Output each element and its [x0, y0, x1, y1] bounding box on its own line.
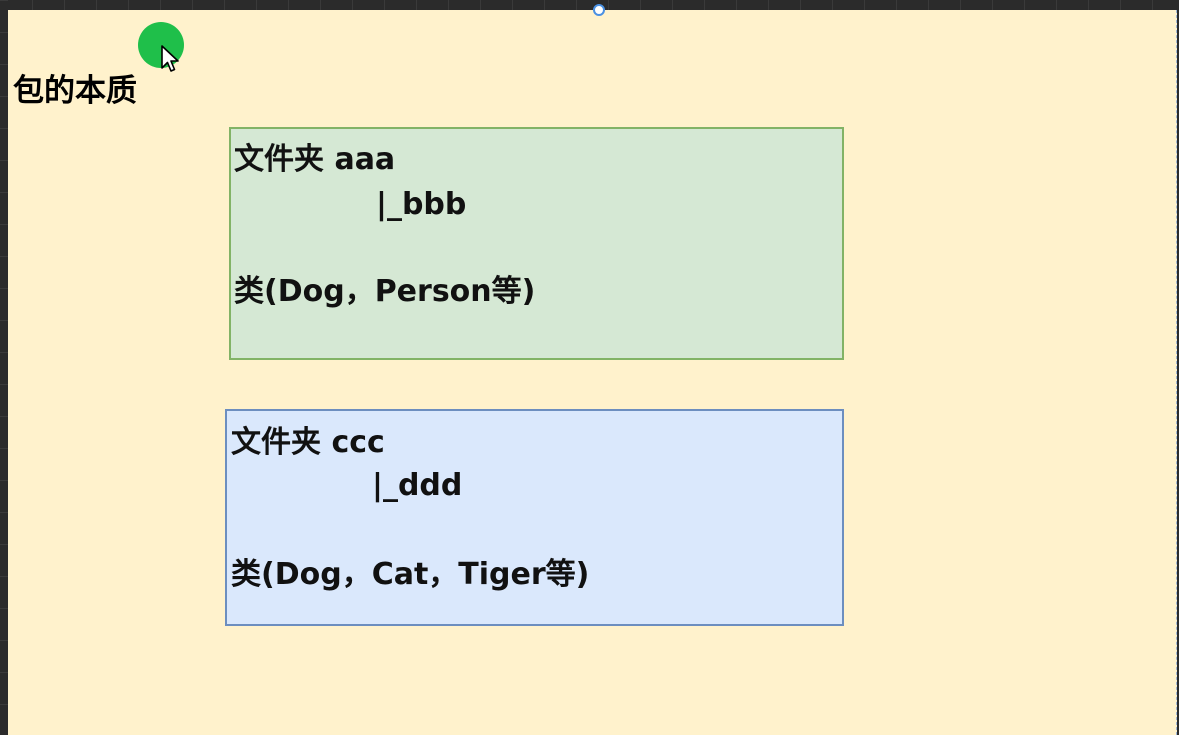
resize-handle[interactable]	[593, 4, 605, 16]
cursor-arrow-icon	[161, 45, 179, 72]
folder-label: 文件夹 aaa	[234, 142, 396, 177]
package-box-ccc[interactable]: 文件夹 ccc |_ddd 类(Dog，Cat，Tiger等)	[225, 409, 844, 626]
subfolder-label: |_bbb	[376, 187, 467, 222]
diagram-title: 包的本质	[13, 73, 137, 109]
folder-label: 文件夹 ccc	[231, 425, 385, 460]
diagram-canvas[interactable]: 包的本质 文件夹 aaa |_bbb 类(Dog，Person等) 文件夹 cc…	[8, 4, 1177, 735]
package-box-aaa[interactable]: 文件夹 aaa |_bbb 类(Dog，Person等)	[229, 127, 844, 360]
top-ruler	[0, 0, 1179, 10]
left-ruler	[0, 0, 8, 735]
class-list-label: 类(Dog，Person等)	[234, 274, 536, 309]
subfolder-label: |_ddd	[372, 468, 463, 503]
class-list-label: 类(Dog，Cat，Tiger等)	[231, 557, 590, 592]
